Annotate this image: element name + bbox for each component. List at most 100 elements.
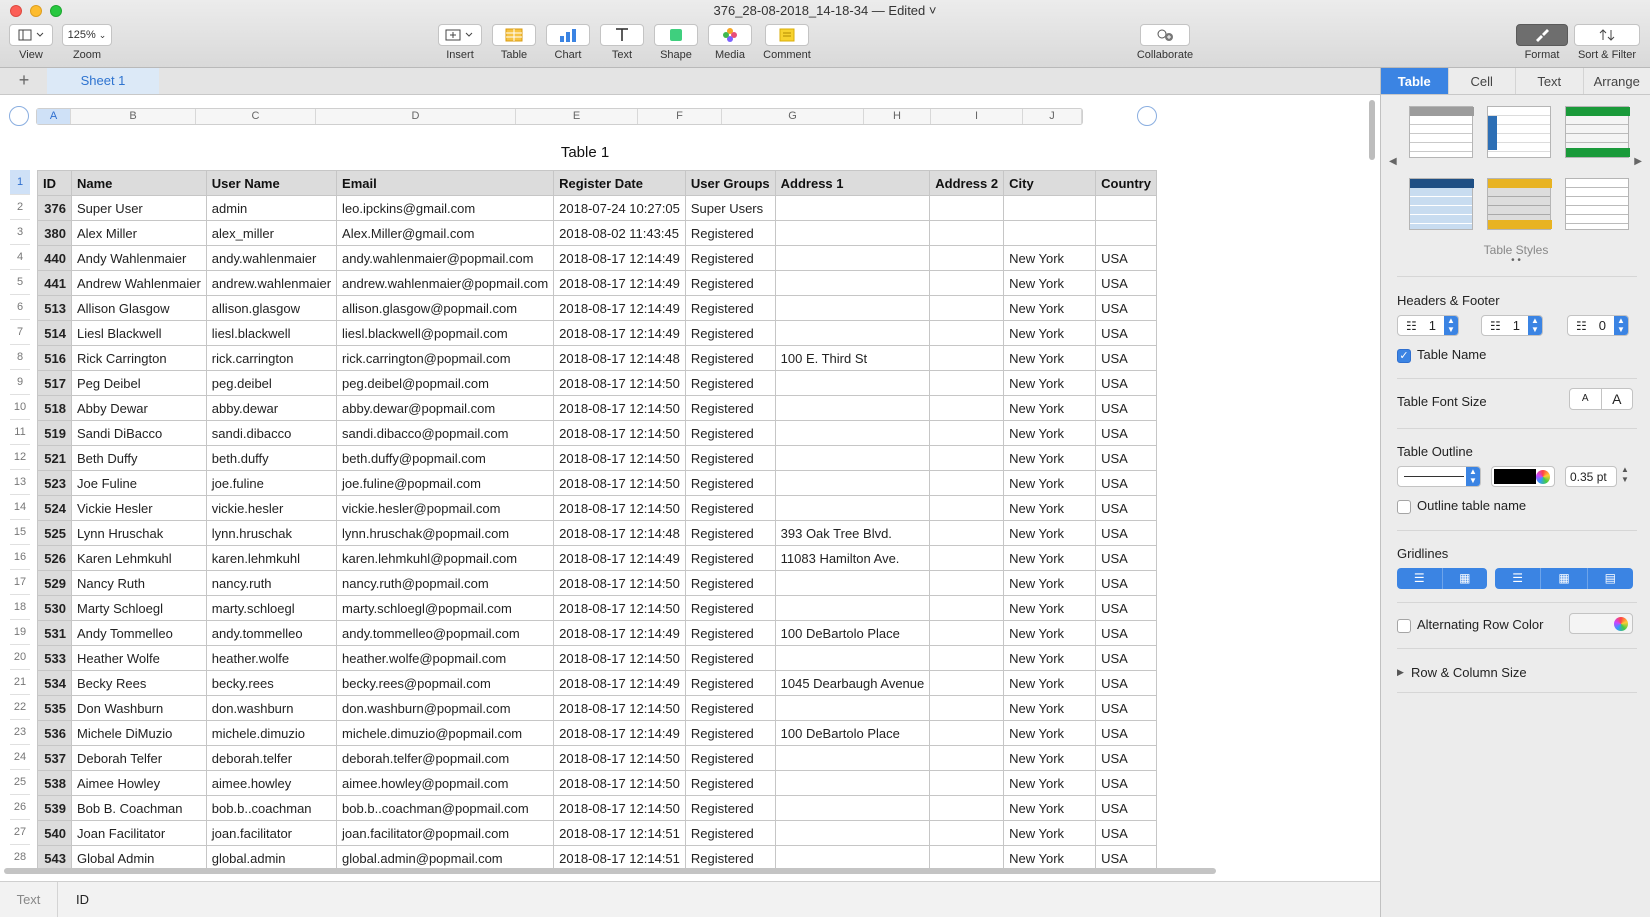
table-cell[interactable]: Registered xyxy=(684,495,776,521)
table-cell[interactable]: 100 DeBartolo Place xyxy=(774,720,931,746)
table-cell[interactable]: andy.tommelleo@popmail.com xyxy=(336,620,555,646)
table-cell[interactable] xyxy=(929,195,1005,221)
column-letter-j[interactable]: J xyxy=(1023,109,1082,124)
table-cell[interactable]: Registered xyxy=(684,545,776,571)
table-cell[interactable]: 539 xyxy=(37,795,72,821)
table-cell[interactable] xyxy=(929,220,1005,246)
column-letter-h[interactable]: H xyxy=(864,109,931,124)
footer-gridlines-icon[interactable]: ▤ xyxy=(1588,568,1633,589)
table-cell[interactable]: andrew.wahlenmaier xyxy=(205,270,338,296)
table-cell[interactable]: USA xyxy=(1095,745,1157,771)
table-cell[interactable]: 2018-08-17 12:14:50 xyxy=(553,395,686,421)
table-cell[interactable] xyxy=(929,695,1005,721)
insert-button[interactable]: Insert xyxy=(438,24,482,61)
tab-text[interactable]: Text xyxy=(1516,68,1584,94)
column-header[interactable]: Country xyxy=(1095,170,1157,196)
table-cell[interactable]: 2018-08-17 12:14:50 xyxy=(553,595,686,621)
table-cell[interactable]: 376 xyxy=(37,195,72,221)
row-number[interactable]: 28 xyxy=(10,845,30,870)
color-wheel-icon[interactable] xyxy=(1614,617,1628,631)
table-cell[interactable]: 11083 Hamilton Ave. xyxy=(774,545,931,571)
table-cell[interactable] xyxy=(929,570,1005,596)
row-number[interactable]: 17 xyxy=(10,570,30,595)
table-cell[interactable] xyxy=(929,370,1005,396)
comment-button[interactable]: Comment xyxy=(762,24,812,61)
table-cell[interactable]: global.admin xyxy=(205,845,338,871)
table-cell[interactable]: heather.wolfe xyxy=(205,645,338,671)
table-title[interactable]: Table 1 xyxy=(60,144,1110,161)
table-cell[interactable]: sandi.dibacco xyxy=(205,420,338,446)
table-cell[interactable]: Super Users xyxy=(684,195,776,221)
table-cell[interactable]: 2018-08-17 12:14:49 xyxy=(553,320,686,346)
table-cell[interactable]: allison.glasgow@popmail.com xyxy=(336,295,555,321)
table-cell[interactable]: abby.dewar@popmail.com xyxy=(336,395,555,421)
column-letter-i[interactable]: I xyxy=(931,109,1023,124)
row-number[interactable]: 8 xyxy=(10,345,30,370)
table-cell[interactable]: 2018-08-17 12:14:50 xyxy=(553,570,686,596)
header-columns-stepper[interactable]: ☷ 1 ▲ ▼ xyxy=(1481,315,1543,336)
select-table-icon[interactable] xyxy=(9,106,29,126)
table-cell[interactable]: becky.rees xyxy=(205,670,338,696)
stepper-arrows-icon[interactable]: ▲ ▼ xyxy=(1444,316,1458,335)
table-cell[interactable]: 534 xyxy=(37,670,72,696)
table-cell[interactable]: 2018-08-17 12:14:50 xyxy=(553,495,686,521)
chevron-left-icon[interactable]: ◀ xyxy=(1389,156,1397,167)
table-cell[interactable]: Registered xyxy=(684,595,776,621)
table-cell[interactable]: 2018-08-17 12:14:50 xyxy=(553,745,686,771)
table-cell[interactable]: deborah.telfer xyxy=(205,745,338,771)
table-cell[interactable] xyxy=(774,745,931,771)
table-cell[interactable]: 380 xyxy=(37,220,72,246)
row-number[interactable]: 23 xyxy=(10,720,30,745)
table-cell[interactable]: New York xyxy=(1003,245,1097,271)
table-cell[interactable]: 535 xyxy=(37,695,72,721)
tab-arrange[interactable]: Arrange xyxy=(1584,68,1650,94)
row-number[interactable]: 16 xyxy=(10,545,30,570)
table-cell[interactable]: USA xyxy=(1095,695,1157,721)
table-cell[interactable]: joan.facilitator@popmail.com xyxy=(336,820,555,846)
table-cell[interactable] xyxy=(774,220,931,246)
table-cell[interactable]: 529 xyxy=(37,570,72,596)
table-cell[interactable]: New York xyxy=(1003,495,1097,521)
table-cell[interactable]: lynn.hruschak@popmail.com xyxy=(336,520,555,546)
table-cell[interactable] xyxy=(1095,220,1157,246)
table-cell[interactable]: Registered xyxy=(684,770,776,796)
horizontal-gridlines-icon[interactable]: ☰ xyxy=(1397,568,1443,589)
table-cell[interactable]: Bob B. Coachman xyxy=(71,795,207,821)
table-cell[interactable]: 440 xyxy=(37,245,72,271)
table-cell[interactable]: Andy Wahlenmaier xyxy=(71,245,207,271)
table-cell[interactable]: New York xyxy=(1003,445,1097,471)
table-cell[interactable]: 2018-08-17 12:14:48 xyxy=(553,520,686,546)
table-cell[interactable]: USA xyxy=(1095,845,1157,871)
add-sheet-button[interactable]: + xyxy=(14,70,34,91)
stepper-arrows-icon[interactable]: ▲ ▼ xyxy=(1528,316,1542,335)
row-number[interactable]: 12 xyxy=(10,445,30,470)
table-style-green[interactable] xyxy=(1565,106,1630,158)
zoom-menu-button[interactable]: 125% ⌄ Zoom xyxy=(62,24,112,61)
stepper-arrows-icon[interactable]: ▲ ▼ xyxy=(1614,316,1628,335)
table-cell[interactable]: New York xyxy=(1003,345,1097,371)
column-header[interactable]: User Groups xyxy=(684,170,776,196)
table-cell[interactable]: New York xyxy=(1003,595,1097,621)
table-cell[interactable] xyxy=(774,445,931,471)
row-number[interactable]: 9 xyxy=(10,370,30,395)
table-cell[interactable]: rick.carrington@popmail.com xyxy=(336,345,555,371)
table-cell[interactable]: 540 xyxy=(37,820,72,846)
table-cell[interactable]: USA xyxy=(1095,595,1157,621)
table-cell[interactable]: New York xyxy=(1003,745,1097,771)
table-cell[interactable]: nancy.ruth xyxy=(205,570,338,596)
row-number[interactable]: 15 xyxy=(10,520,30,545)
table-cell[interactable]: Registered xyxy=(684,295,776,321)
table-cell[interactable]: New York xyxy=(1003,295,1097,321)
outline-name-checkbox[interactable] xyxy=(1397,500,1411,514)
table-cell[interactable]: USA xyxy=(1095,345,1157,371)
table-cell[interactable]: allison.glasgow xyxy=(205,295,338,321)
table-cell[interactable]: USA xyxy=(1095,670,1157,696)
table-cell[interactable] xyxy=(774,595,931,621)
row-number[interactable]: 20 xyxy=(10,645,30,670)
table-cell[interactable]: USA xyxy=(1095,520,1157,546)
table-cell[interactable]: USA xyxy=(1095,545,1157,571)
table-cell[interactable]: New York xyxy=(1003,545,1097,571)
table-cell[interactable] xyxy=(774,695,931,721)
table-cell[interactable] xyxy=(774,820,931,846)
table-cell[interactable]: 530 xyxy=(37,595,72,621)
